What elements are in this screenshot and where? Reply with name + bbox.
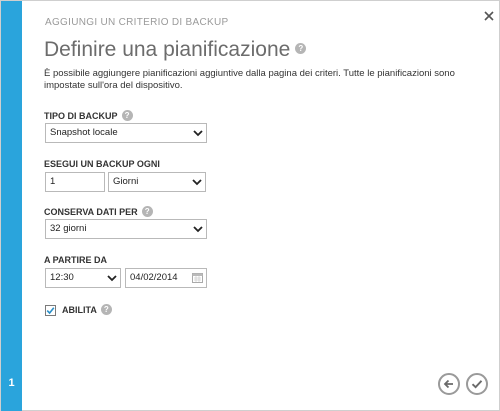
checkmark-icon bbox=[46, 307, 55, 315]
start-time-select[interactable]: 12:30 bbox=[45, 268, 121, 288]
dialog: 1 AGGIUNGI UN CRITERIO DI BACKUP Definir… bbox=[0, 0, 500, 411]
retain-value: 32 giorni bbox=[50, 223, 87, 234]
help-icon[interactable]: ? bbox=[141, 206, 153, 218]
dialog-kicker: AGGIUNGI UN CRITERIO DI BACKUP bbox=[45, 17, 229, 28]
check-icon bbox=[471, 380, 483, 389]
page-title: Definire una pianificazione? bbox=[44, 38, 307, 62]
backup-type-label: TIPO DI BACKUP? bbox=[44, 110, 133, 122]
run-every-count-input[interactable]: 1 bbox=[45, 172, 105, 192]
calendar-icon[interactable] bbox=[192, 272, 203, 283]
description: È possibile aggiungere pianificazioni ag… bbox=[44, 68, 455, 91]
run-every-unit-select[interactable]: Giorni bbox=[108, 172, 206, 192]
backup-type-value: Snapshot locale bbox=[50, 127, 118, 138]
back-button[interactable] bbox=[438, 373, 460, 395]
enable-label: ABILITA? bbox=[62, 304, 112, 316]
page-title-text: Definire una pianificazione bbox=[44, 38, 291, 61]
retain-label: CONSERVA DATI PER? bbox=[44, 206, 153, 218]
close-icon[interactable] bbox=[482, 9, 496, 23]
start-date-input[interactable]: 04/02/2014 bbox=[125, 268, 207, 288]
run-every-unit-value: Giorni bbox=[113, 176, 139, 187]
backup-type-select[interactable]: Snapshot locale bbox=[45, 123, 207, 143]
finish-button[interactable] bbox=[466, 373, 488, 395]
run-every-label: ESEGUI UN BACKUP OGNI bbox=[44, 159, 160, 169]
help-icon[interactable]: ? bbox=[121, 110, 133, 122]
start-time-value: 12:30 bbox=[50, 272, 74, 283]
chevron-down-icon bbox=[190, 174, 204, 190]
backup-type-label-text: TIPO DI BACKUP bbox=[44, 111, 118, 121]
chevron-down-icon bbox=[191, 125, 205, 141]
enable-checkbox[interactable] bbox=[45, 305, 56, 316]
enable-label-text: ABILITA bbox=[62, 305, 97, 315]
run-every-count-value: 1 bbox=[50, 176, 56, 187]
help-icon[interactable]: ? bbox=[295, 42, 307, 54]
retain-label-text: CONSERVA DATI PER bbox=[44, 207, 138, 217]
chevron-down-icon bbox=[105, 270, 119, 286]
start-date-value: 04/02/2014 bbox=[130, 272, 178, 283]
step-sidebar bbox=[1, 1, 22, 411]
retain-select[interactable]: 32 giorni bbox=[45, 219, 207, 239]
help-icon[interactable]: ? bbox=[100, 304, 112, 316]
start-label: A PARTIRE DA bbox=[44, 255, 107, 265]
step-number: 1 bbox=[8, 377, 15, 389]
chevron-down-icon bbox=[191, 221, 205, 237]
arrow-left-icon bbox=[443, 379, 453, 389]
